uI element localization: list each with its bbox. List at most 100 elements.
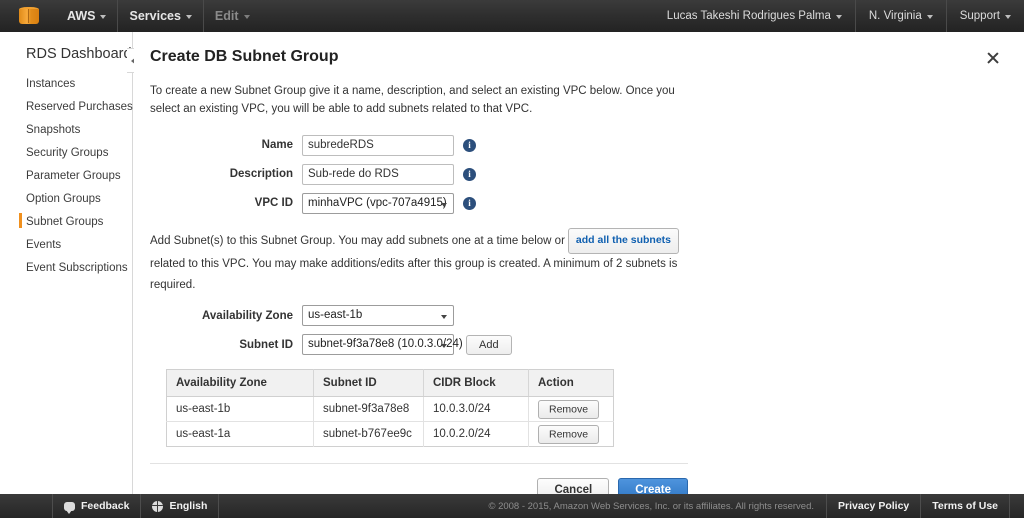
description-label: Description: [229, 168, 293, 181]
subnet-id-value: subnet-9f3a78e8 (10.0.3.0/24): [308, 338, 463, 351]
chevron-down-icon: [441, 202, 447, 207]
subnet-note-part1: Add Subnet(s) to this Subnet Group. You …: [150, 234, 565, 247]
subnet-instructions: Add Subnet(s) to this Subnet Group. You …: [150, 227, 700, 298]
sidebar-item-label: Events: [26, 238, 62, 251]
name-input[interactable]: subredeRDS: [302, 134, 454, 156]
availability-zone-value: us-east-1b: [308, 309, 363, 322]
nav-menu-services[interactable]: Services: [117, 0, 202, 32]
sidebar: RDS Dashboard Instances Reserved Purchas…: [0, 32, 140, 494]
info-icon[interactable]: i: [463, 138, 476, 152]
sidebar-item-subnet-groups[interactable]: Subnet Groups: [0, 210, 132, 233]
table-row: us-east-1a subnet-b767ee9c 10.0.2.0/24 R…: [166, 421, 614, 447]
nav-region-label: N. Virginia: [868, 10, 922, 22]
chevron-down-icon: [926, 15, 933, 19]
add-all-subnets-button[interactable]: add all the subnets: [567, 227, 680, 254]
cell-availability-zone: us-east-1b: [166, 396, 314, 423]
chevron-down-icon: [835, 15, 842, 19]
cell-availability-zone: us-east-1a: [166, 421, 314, 447]
subnet-selection-form: Availability Zone us-east-1b Subnet ID s…: [150, 305, 1004, 356]
column-header-availability-zone: Availability Zone: [166, 369, 314, 398]
sidebar-item-label: Event Subscriptions: [26, 261, 128, 274]
speech-bubble-icon: [64, 501, 75, 514]
sidebar-item-instances[interactable]: Instances: [0, 72, 132, 95]
panel-header: Create DB Subnet Group: [150, 48, 1004, 67]
privacy-policy-link[interactable]: Privacy Policy: [826, 494, 920, 518]
sidebar-item-label: Subnet Groups: [26, 215, 104, 228]
chevron-down-icon: [185, 15, 192, 19]
cell-action: Remove: [528, 396, 614, 423]
sidebar-item-events[interactable]: Events: [0, 233, 132, 256]
cell-subnet-id: subnet-9f3a78e8: [313, 396, 424, 423]
nav-menu-edit[interactable]: Edit: [202, 0, 261, 32]
sidebar-item-label: Option Groups: [26, 192, 101, 205]
sidebar-item-event-subscriptions[interactable]: Event Subscriptions: [0, 256, 132, 279]
sidebar-item-label: Snapshots: [26, 123, 81, 136]
chevron-down-icon: [1005, 15, 1011, 19]
chevron-down-icon: [441, 344, 447, 349]
sidebar-item-option-groups[interactable]: Option Groups: [0, 187, 132, 210]
sidebar-item-label: Instances: [26, 77, 76, 90]
sidebar-item-reserved-purchases[interactable]: Reserved Purchases: [0, 95, 133, 118]
chevron-down-icon: [243, 15, 250, 19]
globe-icon: [152, 500, 164, 512]
sidebar-item-label: Reserved Purchases: [26, 100, 133, 113]
page-title: Create DB Subnet Group: [150, 48, 339, 65]
description-input[interactable]: Sub-rede do RDS: [302, 163, 454, 185]
cell-cidr-block: 10.0.3.0/24: [423, 396, 529, 423]
subnet-table: Availability Zone Subnet ID CIDR Block A…: [166, 369, 614, 448]
nav-menu-aws[interactable]: AWS: [56, 0, 117, 32]
aws-cube-icon[interactable]: [18, 5, 40, 27]
sidebar-item-parameter-groups[interactable]: Parameter Groups: [0, 164, 132, 187]
remove-subnet-button[interactable]: Remove: [538, 399, 600, 419]
cell-cidr-block: 10.0.2.0/24: [423, 421, 529, 447]
table-row: us-east-1b subnet-9f3a78e8 10.0.3.0/24 R…: [166, 396, 614, 423]
nav-menu-aws-label: AWS: [67, 9, 96, 23]
feedback-button[interactable]: Feedback: [52, 494, 142, 518]
top-navigation-right: Lucas Takeshi Rodrigues Palma N. Virgini…: [654, 0, 1024, 32]
chevron-down-icon: [441, 315, 447, 320]
chevron-down-icon: [100, 15, 107, 19]
column-header-subnet-id: Subnet ID: [313, 369, 424, 398]
nav-account-menu[interactable]: Lucas Takeshi Rodrigues Palma: [654, 0, 855, 32]
subnet-group-form: Name subredeRDS i Description Sub-rede d…: [150, 134, 1004, 214]
terms-of-use-link[interactable]: Terms of Use: [920, 494, 1010, 518]
name-label: Name: [261, 139, 293, 152]
info-icon[interactable]: i: [463, 167, 476, 181]
form-row-name: Name subredeRDS i: [150, 134, 1004, 156]
remove-subnet-button[interactable]: Remove: [538, 424, 600, 444]
form-row-availability-zone: Availability Zone us-east-1b: [150, 305, 1004, 327]
language-button[interactable]: English: [141, 494, 220, 518]
sidebar-item-label: Security Groups: [26, 146, 109, 159]
sidebar-item-label: Parameter Groups: [26, 169, 121, 182]
column-header-cidr-block: CIDR Block: [423, 369, 529, 398]
intro-text: To create a new Subnet Group give it a n…: [150, 85, 675, 115]
feedback-label: Feedback: [81, 500, 130, 512]
nav-support-menu[interactable]: Support: [945, 0, 1024, 32]
info-icon[interactable]: i: [463, 196, 476, 210]
cell-subnet-id: subnet-b767ee9c: [313, 421, 424, 447]
subnet-note-part2: related to this VPC. You may make additi…: [150, 257, 678, 292]
section-divider: [150, 463, 688, 465]
language-label: English: [169, 500, 208, 512]
vpc-id-select[interactable]: minhaVPC (vpc-707a4915): [302, 192, 454, 214]
subnet-id-label: Subnet ID: [239, 338, 293, 351]
main-panel: Create DB Subnet Group To create a new S…: [134, 32, 1024, 503]
vpc-id-value: minhaVPC (vpc-707a4915): [308, 196, 447, 209]
subnet-id-select[interactable]: subnet-9f3a78e8 (10.0.3.0/24): [302, 334, 463, 356]
sidebar-item-security-groups[interactable]: Security Groups: [0, 141, 132, 164]
close-icon[interactable]: [984, 49, 1002, 67]
availability-zone-select[interactable]: us-east-1b: [302, 305, 454, 327]
add-subnet-button[interactable]: Add: [466, 334, 512, 355]
footer-bar: Feedback English © 2008 - 2015, Amazon W…: [0, 494, 1024, 518]
nav-menu-edit-label: Edit: [214, 9, 239, 23]
nav-support-label: Support: [959, 10, 1000, 22]
nav-account-label: Lucas Takeshi Rodrigues Palma: [666, 10, 831, 22]
availability-zone-label: Availability Zone: [202, 309, 293, 322]
copyright-text: © 2008 - 2015, Amazon Web Services, Inc.…: [488, 500, 815, 512]
form-row-vpc-id: VPC ID minhaVPC (vpc-707a4915) i: [150, 192, 1004, 214]
sidebar-item-snapshots[interactable]: Snapshots: [0, 118, 132, 141]
vpc-id-label: VPC ID: [254, 197, 293, 210]
nav-region-menu[interactable]: N. Virginia: [854, 0, 946, 32]
table-header-row: Availability Zone Subnet ID CIDR Block A…: [166, 369, 614, 398]
column-header-action: Action: [528, 369, 614, 398]
